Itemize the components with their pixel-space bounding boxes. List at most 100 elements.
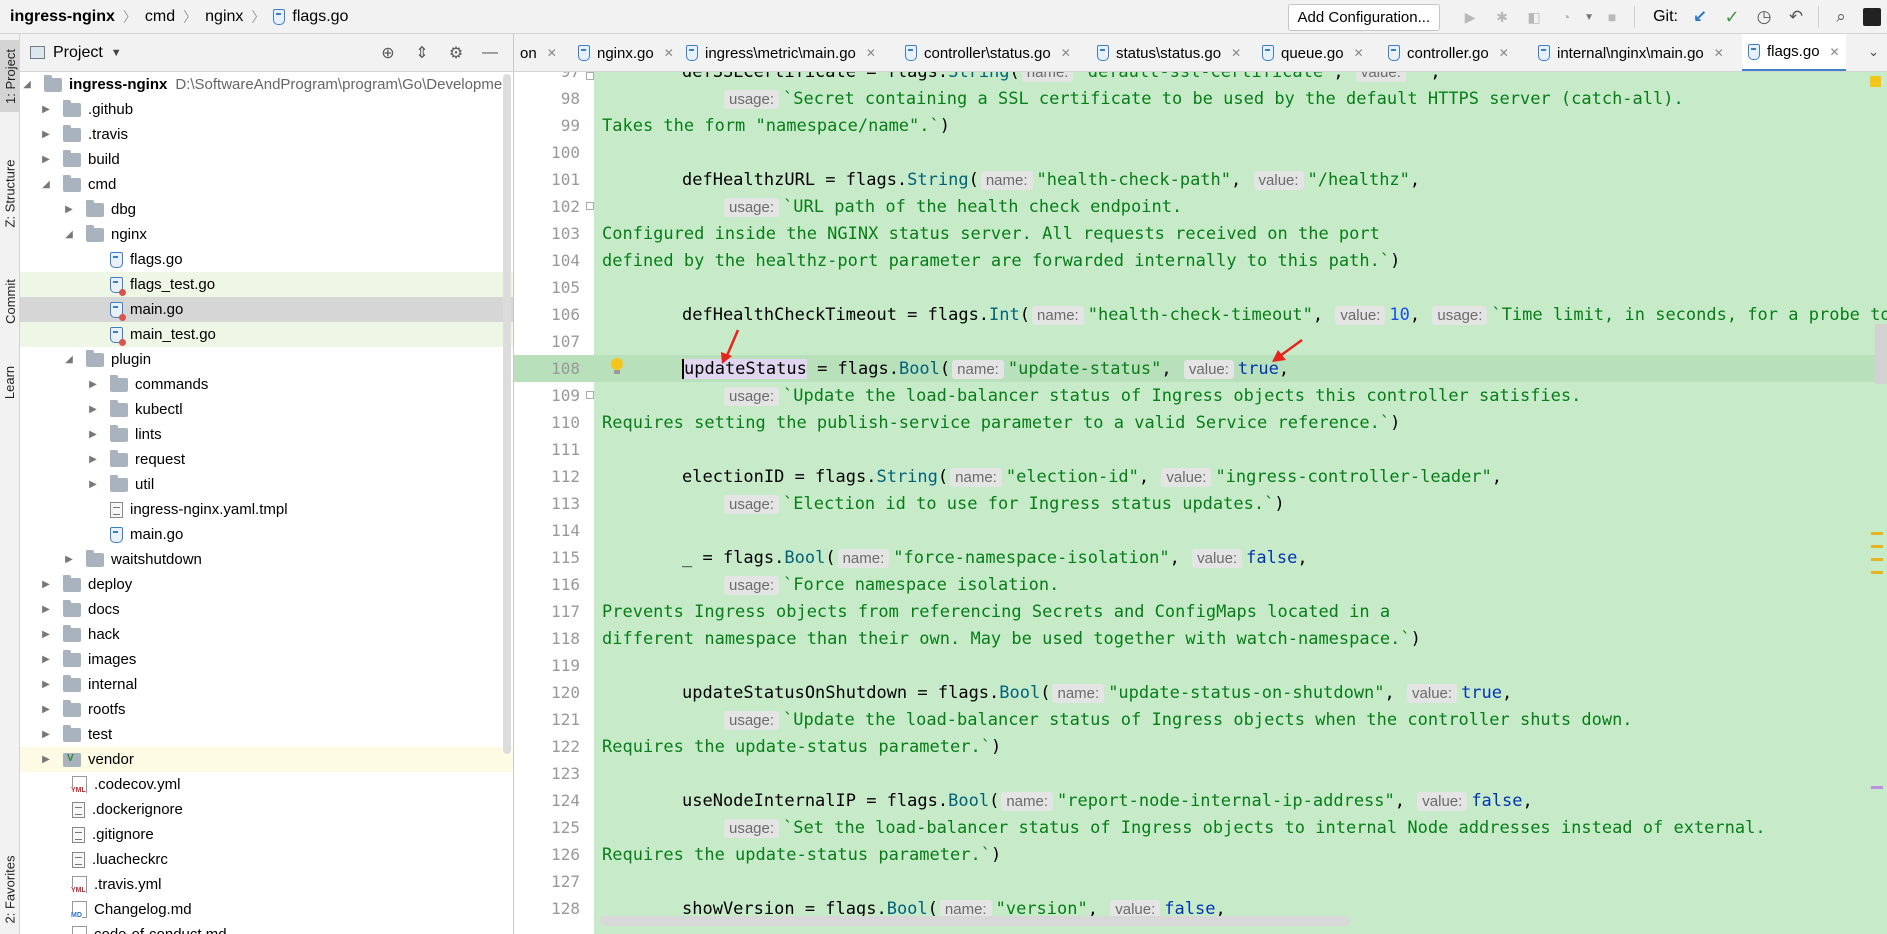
breadcrumb-project[interactable]: ingress-nginx — [10, 8, 115, 26]
tree-item-util[interactable]: ▶ util — [20, 472, 513, 497]
stop-icon[interactable]: ■ — [1602, 7, 1622, 27]
fold-marker-icon[interactable] — [586, 391, 594, 399]
chevron-right-icon[interactable]: ▶ — [39, 729, 53, 740]
close-icon[interactable]: ✕ — [1231, 46, 1241, 60]
scroll-marker[interactable] — [1871, 532, 1883, 535]
tree-item-images[interactable]: ▶ images — [20, 647, 513, 672]
code-editor[interactable]: 97 defSSLCertificate = flags.String(name… — [514, 72, 1887, 934]
scroll-marker[interactable] — [1871, 558, 1883, 561]
breadcrumb-nginx[interactable]: nginx — [205, 8, 243, 26]
search-icon[interactable]: ⌕ — [1831, 7, 1851, 27]
close-icon[interactable]: ✕ — [1830, 45, 1840, 59]
tree-item-travis-yml[interactable]: .travis.yml — [20, 872, 513, 897]
code-line[interactable]: 110 Requires setting the publish-service… — [514, 409, 1887, 436]
code-line[interactable]: 114 — [514, 517, 1887, 544]
code-line[interactable]: 119 — [514, 652, 1887, 679]
code-line[interactable]: 103 Configured inside the NGINX status s… — [514, 220, 1887, 247]
tree-item-docs[interactable]: ▶ docs — [20, 597, 513, 622]
close-icon[interactable]: ✕ — [1354, 46, 1364, 60]
code-line[interactable]: 111 — [514, 436, 1887, 463]
run-icon[interactable]: ▶ — [1460, 7, 1480, 27]
tab-nginx-go[interactable]: nginx.go ✕ — [572, 34, 680, 71]
tree-item-travis[interactable]: ▶ .travis — [20, 122, 513, 147]
profile-icon[interactable]: ◔ — [1556, 7, 1576, 27]
code-line[interactable]: 109 usage: `Update the load-balancer stat… — [514, 382, 1887, 409]
tree-item-dockerignore[interactable]: .dockerignore — [20, 797, 513, 822]
tree-item-commands[interactable]: ▶ commands — [20, 372, 513, 397]
tree-item-flags-go[interactable]: flags.go — [20, 247, 513, 272]
tree-item-dbg[interactable]: ▶ dbg — [20, 197, 513, 222]
code-line[interactable]: 106 defHealthCheckTimeout = flags.Int(na… — [514, 301, 1887, 328]
tree-item-nginx[interactable]: ◢ nginx — [20, 222, 513, 247]
tree-item-hack[interactable]: ▶ hack — [20, 622, 513, 647]
expand-arrow-icon[interactable]: ◢ — [62, 354, 76, 365]
tab-learn[interactable]: Learn — [0, 354, 20, 410]
chevron-right-icon[interactable]: ▶ — [39, 629, 53, 640]
expand-arrow-icon[interactable]: ◢ — [39, 179, 53, 190]
chevron-down-icon[interactable]: ▼ — [1584, 7, 1594, 27]
ide-logo-icon[interactable] — [1863, 8, 1881, 26]
tree-item-internal[interactable]: ▶ internal — [20, 672, 513, 697]
code-line[interactable]: 124 useNodeInternalIP = flags.Bool(name:… — [514, 787, 1887, 814]
tree-item-gitignore[interactable]: .gitignore — [20, 822, 513, 847]
tab-controller-status-go[interactable]: controller\status.go ✕ — [899, 34, 1077, 71]
git-history-icon[interactable]: ◷ — [1754, 7, 1774, 27]
horizontal-scrollbar[interactable] — [600, 916, 1350, 926]
gear-icon[interactable]: ⚙ — [445, 42, 467, 64]
code-line[interactable]: 121 usage: `Update the load-balancer stat… — [514, 706, 1887, 733]
chevron-right-icon[interactable]: ▶ — [39, 104, 53, 115]
locate-icon[interactable]: ⊕ — [377, 42, 399, 64]
tree-root[interactable]: ◢ ingress-nginx D:\SoftwareAndProgram\pr… — [20, 72, 513, 97]
breadcrumb-file[interactable]: flags.go — [292, 8, 348, 26]
tree-item-plugin[interactable]: ◢ plugin — [20, 347, 513, 372]
tree-item-test[interactable]: ▶ test — [20, 722, 513, 747]
code-line[interactable]: 126 Requires the update-status parameter… — [514, 841, 1887, 868]
expand-arrow-icon[interactable]: ◢ — [20, 79, 34, 90]
coverage-icon[interactable]: ◧ — [1524, 7, 1544, 27]
code-line[interactable]: 98 usage: `Secret containing a SSL certif… — [514, 85, 1887, 112]
scroll-marker[interactable] — [1871, 786, 1883, 789]
scroll-marker[interactable] — [1871, 545, 1883, 548]
code-line[interactable]: 120 updateStatusOnShutdown = flags.Bool(… — [514, 679, 1887, 706]
tab-favorites[interactable]: 2: Favorites — [0, 844, 20, 934]
tree-item-changelog[interactable]: Changelog.md — [20, 897, 513, 922]
inspection-status-icon[interactable] — [1870, 76, 1881, 87]
project-panel-title[interactable]: Project — [53, 44, 103, 62]
close-icon[interactable]: ✕ — [547, 46, 557, 60]
chevron-right-icon[interactable]: ▶ — [62, 554, 76, 565]
code-line[interactable]: 100 — [514, 139, 1887, 166]
vertical-scrollbar[interactable] — [1875, 324, 1887, 384]
collapse-all-icon[interactable]: ⇕ — [411, 42, 433, 64]
code-line[interactable]: 117 Prevents Ingress objects from refere… — [514, 598, 1887, 625]
minimize-icon[interactable]: — — [479, 42, 501, 64]
tree-item-yaml-tmpl[interactable]: ingress-nginx.yaml.tmpl — [20, 497, 513, 522]
tree-item-lints[interactable]: ▶ lints — [20, 422, 513, 447]
tab-flags-go[interactable]: flags.go ✕ — [1742, 34, 1846, 71]
tree-item-cmd[interactable]: ◢ cmd — [20, 172, 513, 197]
git-update-icon[interactable]: ↙ — [1690, 7, 1710, 27]
chevron-right-icon[interactable]: ▶ — [39, 154, 53, 165]
tree-item-code-of-conduct[interactable]: code-of-conduct.md — [20, 922, 513, 934]
tree-item-main-go[interactable]: main.go — [20, 297, 513, 322]
code-line[interactable]: 125 usage: `Set the load-balancer status … — [514, 814, 1887, 841]
code-line[interactable]: 102 usage: `URL path of the health check … — [514, 193, 1887, 220]
close-icon[interactable]: ✕ — [1714, 46, 1724, 60]
fold-marker-icon[interactable] — [586, 72, 594, 80]
chevron-right-icon[interactable]: ▶ — [86, 404, 100, 415]
lightbulb-icon[interactable] — [610, 358, 624, 376]
tree-item-luacheckrc[interactable]: .luacheckrc — [20, 847, 513, 872]
code-line[interactable]: 101 defHealthzURL = flags.String(name: "h… — [514, 166, 1887, 193]
chevron-right-icon[interactable]: ▶ — [39, 579, 53, 590]
tab-structure[interactable]: Z: Structure — [0, 144, 20, 242]
tab-partial[interactable]: on ✕ — [514, 34, 563, 71]
code-line[interactable]: 97 defSSLCertificate = flags.String(name… — [514, 72, 1887, 85]
tree-item-codecov[interactable]: .codecov.yml — [20, 772, 513, 797]
code-line[interactable]: 116 usage: `Force namespace isolation. — [514, 571, 1887, 598]
breadcrumb-cmd[interactable]: cmd — [145, 8, 175, 26]
chevron-right-icon[interactable]: ▶ — [39, 754, 53, 765]
tree-item-waitshutdown[interactable]: ▶ waitshutdown — [20, 547, 513, 572]
tree-item-vendor[interactable]: ▶ vendor — [20, 747, 513, 772]
chevron-right-icon[interactable]: ▶ — [39, 654, 53, 665]
code-line[interactable]: 127 — [514, 868, 1887, 895]
tree-item-plugin-main-go[interactable]: main.go — [20, 522, 513, 547]
